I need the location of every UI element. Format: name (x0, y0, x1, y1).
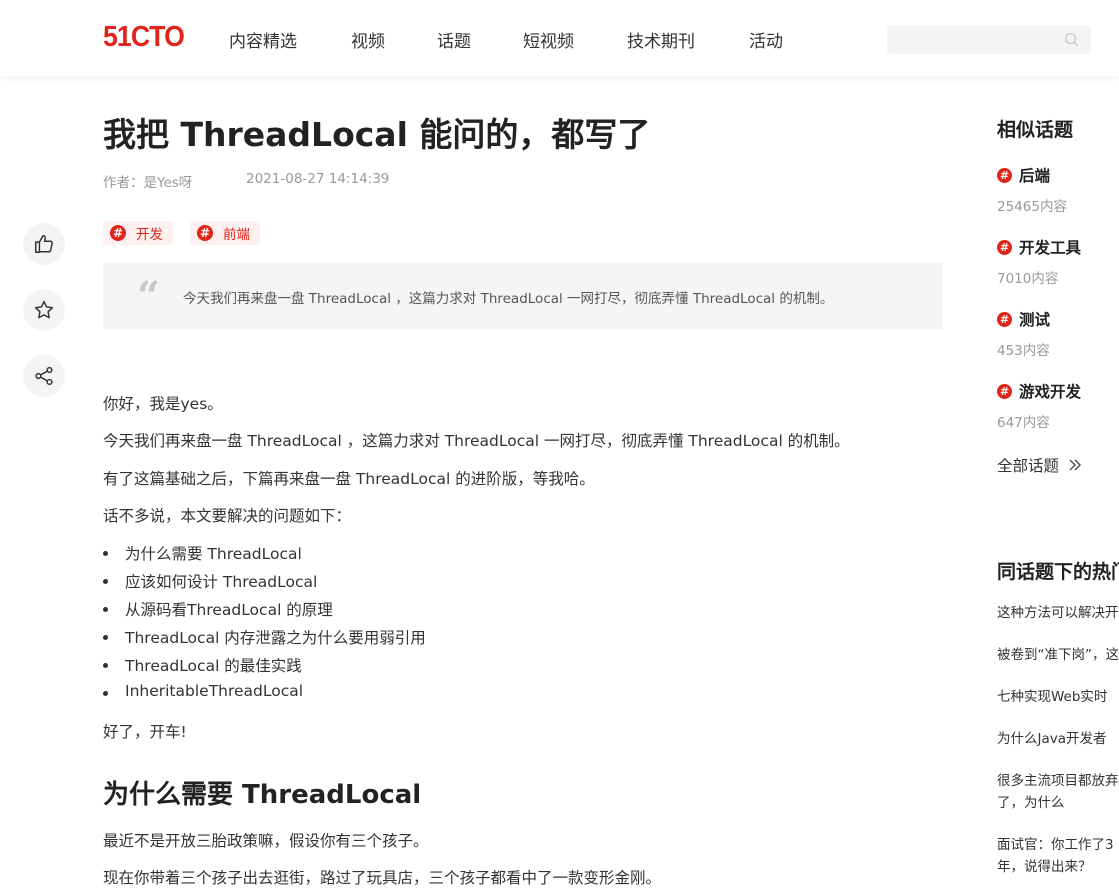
topic-count: 453内容 (997, 343, 1050, 359)
hot-item[interactable]: 被卷到“准下岗”，这 (997, 644, 1119, 666)
nav-item-events[interactable]: 活动 (749, 27, 783, 52)
like-button[interactable] (23, 223, 65, 265)
related-topics-title: 相似话题 (997, 119, 1074, 141)
topic-count: 647内容 (997, 415, 1050, 431)
tag-frontend[interactable]: # 前端 (190, 221, 260, 245)
paragraph: 好了，开车! (103, 723, 187, 741)
nav-item-topics[interactable]: 话题 (437, 27, 471, 52)
all-topics-link[interactable]: 全部话题 (997, 454, 1082, 476)
article-author[interactable]: 作者：是Yes呀 (103, 171, 192, 191)
share-button[interactable] (23, 355, 65, 397)
list-item: 从源码看ThreadLocal 的原理 (103, 598, 333, 620)
section-heading: 为什么需要 ThreadLocal (103, 780, 422, 810)
hashtag-icon: # (197, 225, 213, 241)
star-icon (34, 300, 54, 319)
share-icon (35, 366, 53, 386)
search-icon[interactable] (1064, 32, 1079, 47)
tag-label: 前端 (223, 227, 250, 243)
hot-content-title: 同话题下的热门内容 (997, 561, 1119, 583)
paragraph: 今天我们再来盘一盘 ThreadLocal ，这篇力求对 ThreadLocal… (103, 432, 850, 450)
nav-item-journal[interactable]: 技术期刊 (627, 27, 695, 52)
site-logo[interactable]: 51CTO (103, 21, 185, 54)
list-item: 为什么需要 ThreadLocal (103, 542, 302, 564)
hashtag-icon: # (997, 239, 1012, 255)
hot-item[interactable]: 为什么Java开发者的 (997, 728, 1119, 750)
article-date: 2021-08-27 14:14:39 (246, 171, 390, 187)
tag-label: 开发 (136, 227, 163, 243)
hashtag-icon: # (997, 383, 1012, 399)
topic-game-dev[interactable]: # 游戏开发 (997, 380, 1081, 402)
nav-item-featured[interactable]: 内容精选 (229, 27, 297, 52)
nav-item-video[interactable]: 视频 (351, 27, 385, 52)
article-summary: “ 今天我们再来盘一盘 ThreadLocal ，这篇力求对 ThreadLoc… (103, 263, 943, 329)
hashtag-icon: # (997, 311, 1012, 327)
paragraph: 最近不是开放三胎政策嘛，假设你有三个孩子。 (103, 832, 429, 850)
search-input[interactable] (887, 25, 1091, 54)
hashtag-icon: # (110, 225, 126, 241)
hot-item[interactable]: 很多主流项目都放弃了，为什么 (997, 770, 1119, 814)
summary-text: 今天我们再来盘一盘 ThreadLocal ，这篇力求对 ThreadLocal… (183, 291, 834, 307)
hot-item[interactable]: 七种实现Web实时消息推送的方案 (997, 686, 1119, 708)
paragraph: 话不多说，本文要解决的问题如下： (103, 507, 352, 525)
list-item: ThreadLocal 内存泄露之为什么要用弱引用 (103, 626, 426, 648)
paragraph: 有了这篇基础之后，下篇再来盘一盘 ThreadLocal 的进阶版，等我哈。 (103, 470, 595, 488)
topic-count: 7010内容 (997, 271, 1059, 287)
topic-testing[interactable]: # 测试 (997, 308, 1050, 330)
topic-dev-tools[interactable]: # 开发工具 (997, 236, 1081, 258)
list-item: ThreadLocal 的最佳实践 (103, 654, 302, 676)
tag-dev[interactable]: # 开发 (103, 221, 173, 245)
article-title: 我把 ThreadLocal 能问的，都写了 (103, 115, 651, 154)
thumbs-up-icon (35, 235, 53, 253)
paragraph: 现在你带着三个孩子出去逛街，路过了玩具店，三个孩子都看中了一款变形金刚。 (103, 869, 662, 887)
nav-item-short-video[interactable]: 短视频 (523, 27, 574, 52)
double-chevron-right-icon (1069, 459, 1082, 471)
paragraph: 你好，我是yes。 (103, 395, 223, 413)
quote-icon: “ (137, 273, 161, 320)
favorite-button[interactable] (23, 289, 65, 331)
topic-count: 25465内容 (997, 199, 1067, 215)
hashtag-icon: # (997, 167, 1012, 183)
hot-item[interactable]: 面试官：你工作了3年，说得出来？ (997, 834, 1119, 878)
top-header: 51CTO 内容精选 视频 话题 短视频 技术期刊 活动 (0, 0, 1119, 76)
hot-item[interactable]: 这种方法可以解决开发中的问题 (997, 602, 1119, 624)
list-item: 应该如何设计 ThreadLocal (103, 570, 317, 592)
list-item: InheritableThreadLocal (103, 682, 303, 700)
topic-backend[interactable]: # 后端 (997, 164, 1050, 186)
